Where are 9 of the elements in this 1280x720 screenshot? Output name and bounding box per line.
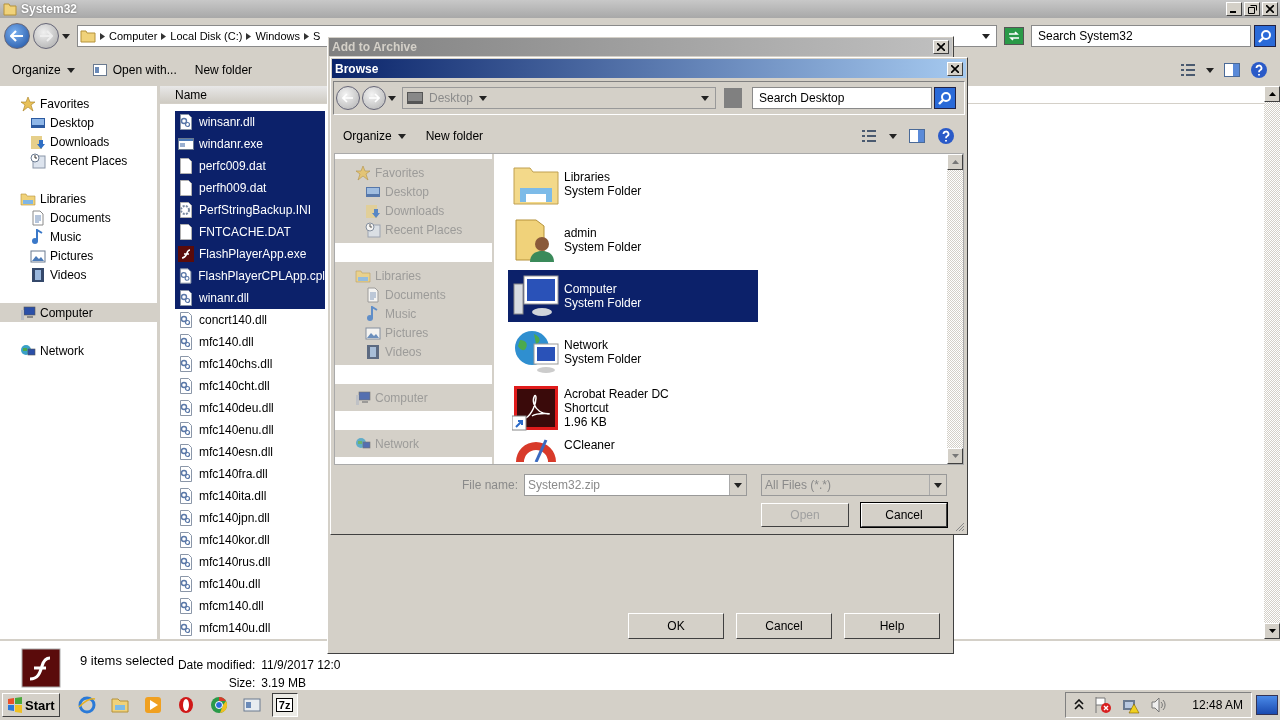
- field-value: 3.19 MB: [261, 676, 307, 690]
- dialog-title: Browse: [335, 61, 379, 76]
- field-value: 11/9/2017 12:0: [261, 658, 341, 672]
- field-label: Size:: [227, 676, 256, 690]
- field-label: File name:: [461, 478, 518, 492]
- window-title: System32: [21, 2, 78, 16]
- selection-summary: 9 items selected: [80, 653, 174, 668]
- dialog-title: Add to Archive: [332, 40, 417, 54]
- field-label: Date modified:: [177, 658, 256, 672]
